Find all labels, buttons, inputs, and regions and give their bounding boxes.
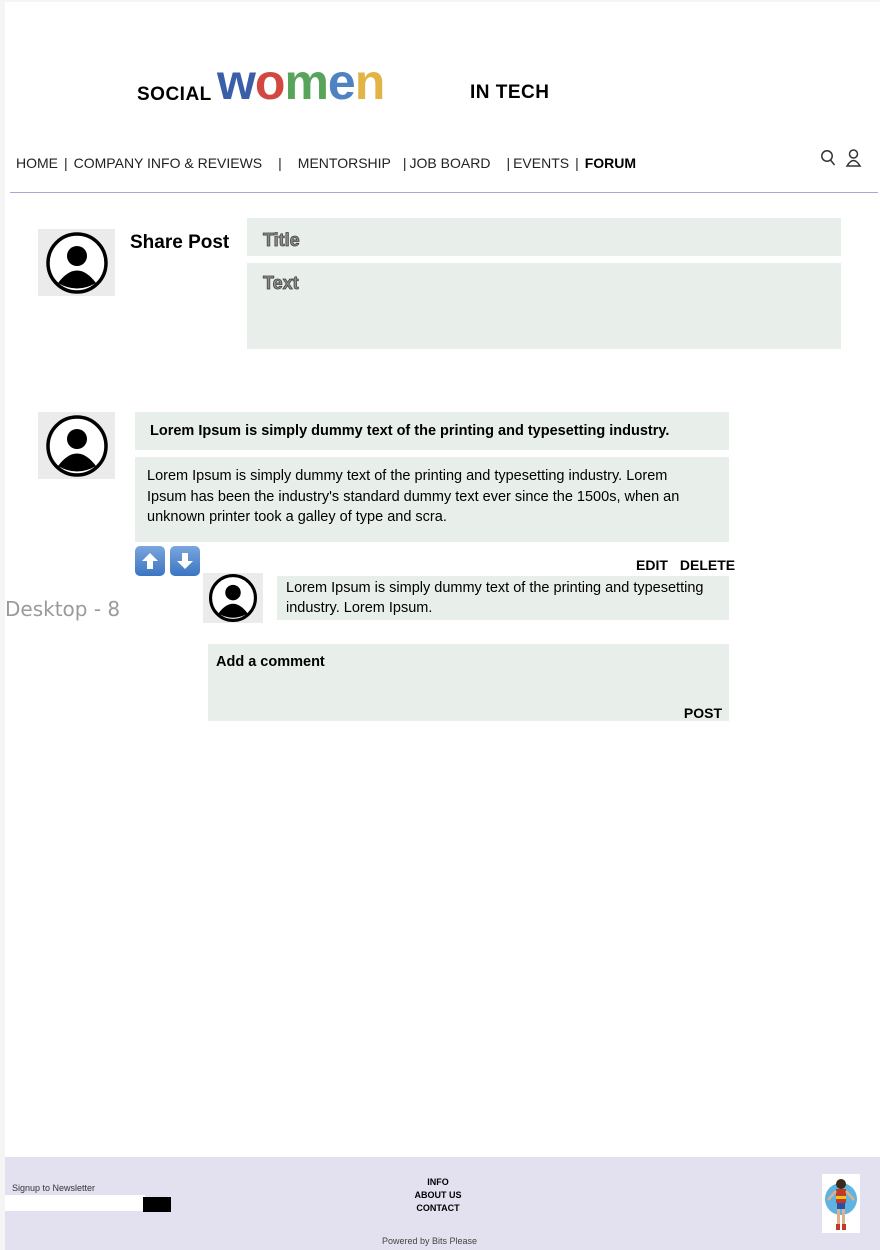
text-placeholder: Text: [263, 273, 299, 294]
post-body: Lorem Ipsum is simply dummy text of the …: [135, 457, 729, 542]
delete-button[interactable]: DELETE: [680, 557, 735, 573]
nav-item-events[interactable]: EVENTS: [513, 155, 569, 171]
newsletter-label: Signup to Newsletter: [12, 1183, 96, 1193]
post-comment-button[interactable]: POST: [684, 705, 722, 721]
post-actions: EDIT DELETE: [636, 557, 735, 573]
upvote-button[interactable]: [135, 546, 165, 576]
newsletter-submit-button[interactable]: [143, 1197, 171, 1212]
downvote-arrow-icon: [177, 553, 193, 569]
footer: Signup to Newsletter INFO ABOUT US CONTA…: [5, 1157, 880, 1250]
nav-separator: |: [278, 155, 282, 171]
search-icon[interactable]: [820, 148, 837, 168]
nav-item-mentorship[interactable]: MENTORSHIP: [298, 155, 391, 171]
nav-separator: |: [402, 155, 407, 171]
comment-author-avatar: [203, 573, 263, 623]
post-title: Lorem Ipsum is simply dummy text of the …: [135, 412, 729, 450]
powered-by-text: Powered by Bits Please: [382, 1236, 478, 1246]
nav-item-company-info[interactable]: COMPANY INFO & REVIEWS: [74, 155, 263, 171]
comment-text: Lorem Ipsum is simply dummy text of the …: [286, 580, 704, 616]
nav-separator: |: [575, 155, 579, 171]
footer-links: INFO ABOUT US CONTACT: [413, 1176, 463, 1215]
main-nav: HOME | COMPANY INFO & REVIEWS | MENTORSH…: [16, 152, 636, 174]
comment-item: Lorem Ipsum is simply dummy text of the …: [277, 576, 729, 620]
superhero-mascot-icon: [825, 1179, 857, 1230]
footer-link-about-us[interactable]: ABOUT US: [413, 1189, 463, 1202]
frame-label: Desktop - 8: [5, 597, 121, 621]
nav-item-home[interactable]: HOME: [16, 155, 58, 171]
logo-letter-w: w: [217, 54, 256, 110]
share-post-heading: Share Post: [130, 232, 230, 253]
site-logo[interactable]: SOCIAL women IN TECH: [137, 56, 557, 112]
title-placeholder: Title: [263, 230, 300, 251]
upvote-arrow-icon: [142, 553, 158, 569]
footer-link-contact[interactable]: CONTACT: [413, 1202, 463, 1215]
post-body-text: Lorem Ipsum is simply dummy text of the …: [147, 468, 680, 525]
user-avatar-icon: [45, 231, 108, 294]
header-icons: [820, 148, 862, 168]
post-author-avatar: [38, 412, 115, 479]
share-avatar: [38, 229, 115, 296]
logo-letter-e: e: [327, 54, 356, 110]
post-title-input[interactable]: Title: [247, 218, 841, 256]
nav-divider: [10, 192, 878, 193]
logo-social-text: SOCIAL: [137, 84, 212, 105]
logo-letter-n: n: [354, 54, 386, 110]
nav-item-job-board[interactable]: JOB BOARD: [410, 155, 491, 171]
logo-letter-m: m: [284, 54, 328, 110]
newsletter-email-input[interactable]: [5, 1195, 145, 1211]
user-icon[interactable]: [845, 148, 862, 168]
post-text-input[interactable]: Text: [247, 263, 841, 349]
nav-separator: |: [506, 155, 511, 171]
user-avatar-icon: [45, 414, 108, 477]
footer-link-info[interactable]: INFO: [413, 1176, 463, 1189]
logo-intech-text: IN TECH: [470, 82, 550, 103]
logo-women-text: women: [217, 54, 386, 110]
nav-separator: |: [64, 155, 68, 171]
edit-button[interactable]: EDIT: [636, 557, 668, 573]
post-title-text: Lorem Ipsum is simply dummy text of the …: [150, 423, 670, 439]
downvote-button[interactable]: [170, 546, 200, 576]
nav-item-forum[interactable]: FORUM: [585, 155, 636, 171]
mascot-image: [822, 1174, 860, 1233]
user-avatar-icon: [209, 574, 257, 622]
add-comment-label: Add a comment: [216, 654, 325, 670]
logo-letter-o: o: [254, 54, 286, 110]
page-frame: [5, 2, 880, 1250]
add-comment-box[interactable]: Add a comment POST: [208, 644, 729, 721]
